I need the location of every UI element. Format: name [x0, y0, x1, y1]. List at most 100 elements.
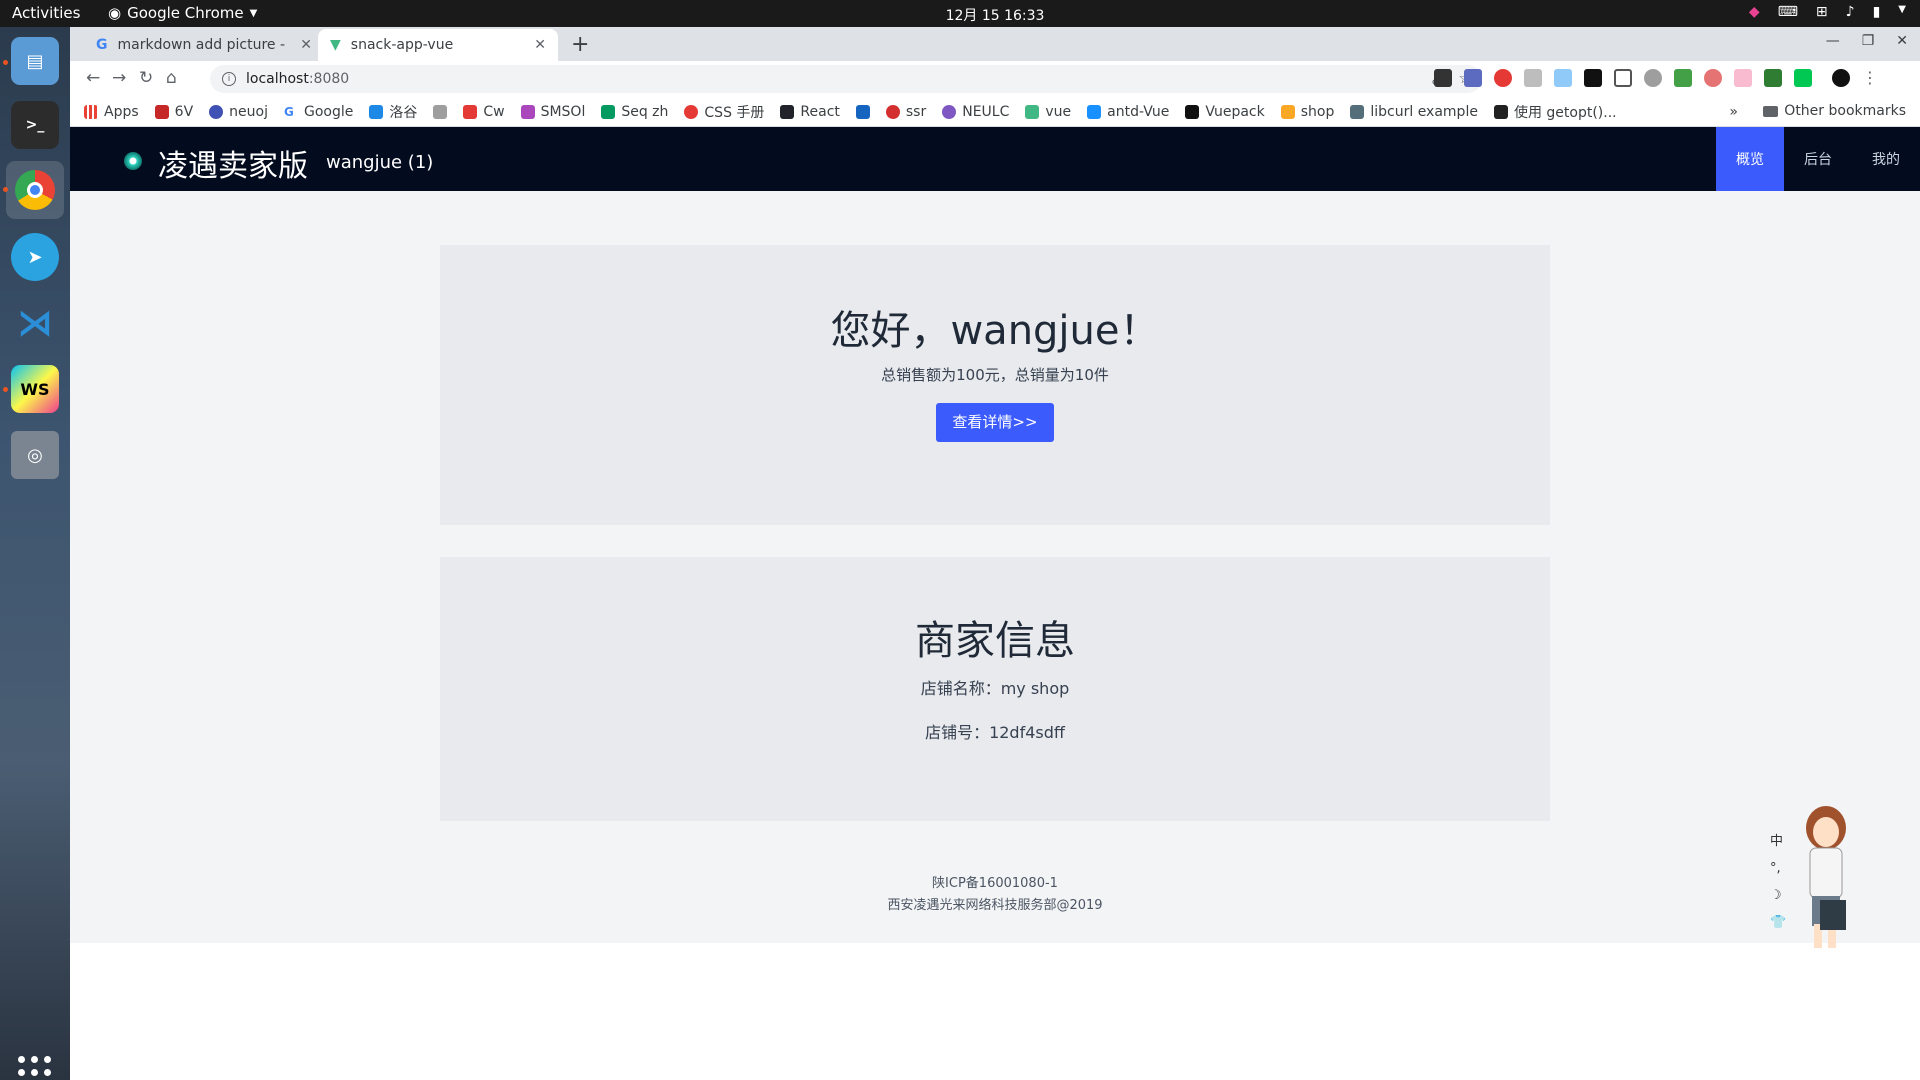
bookmark-unnamed[interactable]: [433, 104, 448, 119]
files-icon[interactable]: ▤: [11, 37, 59, 85]
brand-title[interactable]: 凌遇卖家版: [158, 141, 308, 185]
bookmark-apps[interactable]: Apps: [84, 104, 139, 120]
bookmark-favicon: [1493, 104, 1508, 119]
forward-icon[interactable]: →: [112, 68, 126, 88]
icp-number[interactable]: 陕ICP备16001080-1: [70, 873, 1920, 895]
view-details-button[interactable]: 查看详情>>: [936, 403, 1054, 442]
download-icon[interactable]: [1524, 69, 1542, 87]
shop-info-heading: 商家信息: [915, 618, 1075, 664]
profile-icon[interactable]: [1832, 69, 1850, 87]
bookmark-google[interactable]: G Google: [283, 104, 353, 120]
other-bookmarks[interactable]: Other bookmarks: [1763, 103, 1906, 119]
bookmark-react[interactable]: React: [780, 104, 840, 120]
link-icon[interactable]: [1614, 69, 1632, 87]
bookmark-label: neuoj: [229, 103, 268, 120]
brand-logo-icon[interactable]: [124, 152, 142, 170]
bookmark-label: 洛谷: [389, 104, 418, 121]
power-icon[interactable]: [1644, 69, 1662, 87]
webstorm-icon[interactable]: WS: [11, 365, 59, 413]
app-indicator-icon[interactable]: ◆: [1749, 4, 1760, 20]
bookmark-label: 6V: [174, 103, 194, 120]
nav-overview[interactable]: 概览: [1716, 127, 1784, 191]
bookmark-smsol[interactable]: SMSOl: [520, 104, 585, 120]
chevron-down-icon[interactable]: ▼: [1898, 4, 1906, 20]
telegram-icon[interactable]: ➤: [11, 233, 59, 281]
tab-markdown[interactable]: G markdown add picture - G ✕: [84, 29, 324, 61]
ime-mode-toggle[interactable]: 中: [1770, 830, 1786, 849]
bookmark-6v[interactable]: 6V: [154, 103, 194, 120]
bookmarks-overflow-button[interactable]: »: [1729, 104, 1738, 120]
close-icon[interactable]: ✕: [534, 37, 546, 53]
extension-icon[interactable]: [1704, 69, 1722, 87]
battery-icon[interactable]: ▮: [1873, 4, 1881, 20]
ime-punctuation-toggle[interactable]: °,: [1770, 861, 1786, 876]
show-applications-icon[interactable]: [18, 1056, 52, 1080]
bookmark-neuoj[interactable]: neuoj: [209, 104, 268, 120]
extension-icon[interactable]: [1764, 69, 1782, 87]
bookmark-favicon: [1185, 104, 1200, 119]
bookmark-neulc[interactable]: NEULC: [942, 104, 1009, 120]
bookmark-ssr[interactable]: ssr: [885, 104, 926, 120]
address-bar[interactable]: i localhost:8080 ⚷ ☆: [210, 65, 1482, 93]
bookmark-ts[interactable]: [855, 104, 870, 119]
nav-menu: 概览 后台 我的: [1716, 127, 1920, 191]
restore-icon[interactable]: ❐: [1862, 33, 1875, 49]
other-bookmarks-label: Other bookmarks: [1784, 103, 1906, 119]
bookmark-seqzh[interactable]: Seq zh: [601, 104, 668, 120]
extension-icon[interactable]: [1734, 69, 1752, 87]
bookmark-vuepack[interactable]: Vuepack: [1185, 104, 1265, 120]
sales-summary-card: 您好，wangjue！ 总销售额为100元，总销量为10件 查看详情>>: [440, 245, 1550, 525]
terminal-icon[interactable]: >_: [11, 101, 59, 149]
bookmark-favicon: [684, 104, 699, 119]
system-tray[interactable]: ◆ ⌨ ⊞ ♪ ▮ ▼: [1749, 4, 1906, 20]
bookmark-shop[interactable]: shop: [1280, 104, 1334, 120]
clock[interactable]: 12月 15 16:33: [0, 5, 1920, 25]
mascot-character-image[interactable]: [1800, 800, 1848, 950]
extension-icon[interactable]: [1434, 69, 1452, 87]
volume-icon[interactable]: ♪: [1846, 4, 1855, 20]
page-viewport: 凌遇卖家版 wangjue (1) 概览 后台 我的 您好，wangjue！ 总…: [70, 127, 1920, 1080]
apps-icon: [84, 104, 98, 119]
window-controls: — ❐ ✕: [1826, 33, 1908, 49]
bookmark-libcurl[interactable]: libcurl example: [1350, 104, 1478, 120]
ime-skin-icon[interactable]: 👕: [1770, 915, 1786, 930]
chrome-dock-icon[interactable]: [6, 161, 64, 219]
bookmark-css[interactable]: CSS 手册: [684, 102, 764, 122]
extension-icon[interactable]: [1674, 69, 1692, 87]
keyboard-icon[interactable]: ⌨: [1778, 4, 1798, 20]
new-tab-icon[interactable]: +: [571, 32, 589, 57]
bookmark-favicon: [601, 104, 616, 119]
network-icon[interactable]: ⊞: [1816, 4, 1828, 20]
shop-name: 店铺名称：my shop: [920, 679, 1070, 698]
extension-icon[interactable]: [1554, 69, 1572, 87]
bookmark-antd-vue[interactable]: antd-Vue: [1087, 104, 1169, 120]
disk-icon[interactable]: ◎: [11, 431, 59, 479]
bookmark-cw[interactable]: Cw: [463, 104, 505, 120]
bookmark-getopt[interactable]: 使用 getopt()...: [1493, 102, 1617, 122]
reload-icon[interactable]: ↻: [139, 68, 153, 88]
nav-mine[interactable]: 我的: [1852, 127, 1920, 191]
opera-icon[interactable]: [1494, 69, 1512, 87]
info-icon[interactable]: i: [222, 72, 236, 86]
menu-icon[interactable]: ⋮: [1862, 69, 1878, 87]
translate-icon[interactable]: [1464, 69, 1482, 87]
back-icon[interactable]: ←: [86, 68, 100, 88]
extension-icon[interactable]: [1584, 69, 1602, 87]
typescript-icon: [855, 104, 870, 119]
close-window-icon[interactable]: ✕: [1896, 33, 1908, 49]
home-icon[interactable]: ⌂: [166, 68, 177, 88]
close-icon[interactable]: ✕: [300, 37, 312, 53]
bookmark-favicon: [433, 104, 448, 119]
bookmark-vue[interactable]: vue: [1025, 104, 1071, 120]
bookmark-label: NEULC: [962, 103, 1010, 120]
nav-backend[interactable]: 后台: [1784, 127, 1852, 191]
minimize-icon[interactable]: —: [1826, 33, 1840, 49]
vue-devtools-icon[interactable]: [1794, 69, 1812, 87]
copyright: 西安凌遇光来网络科技服务部@2019: [887, 898, 1103, 913]
tab-snack-app[interactable]: ▼ snack-app-vue ✕: [318, 29, 558, 61]
bookmark-label: Apps: [104, 103, 139, 120]
ime-moon-icon[interactable]: ☽: [1770, 888, 1786, 903]
bookmark-luogu[interactable]: 洛谷: [369, 102, 417, 122]
vue-icon: ▼: [330, 37, 341, 53]
vscode-icon[interactable]: ⋊: [11, 299, 59, 347]
